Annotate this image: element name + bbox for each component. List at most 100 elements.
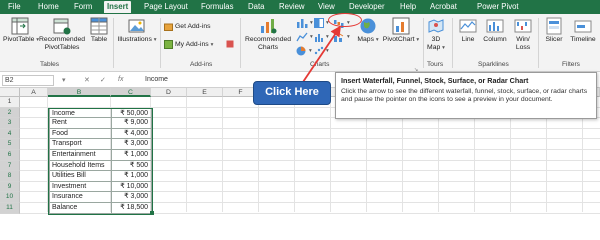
add-ins-extra-button[interactable] [226, 40, 234, 48]
cell-label[interactable]: Rent [49, 118, 112, 129]
group-divider [538, 18, 539, 68]
sparkline-winloss-label: Win/ Loss [515, 36, 531, 51]
add-ins-extra-icon [226, 40, 234, 48]
cell-amount[interactable]: ₹ 1,000 [112, 171, 152, 182]
tab-home[interactable]: Home [38, 1, 59, 13]
maps-label: Maps [357, 36, 374, 43]
fill-handle[interactable] [150, 211, 154, 215]
cell-label[interactable]: Investment [49, 181, 112, 193]
row-header[interactable]: 9 [0, 181, 20, 193]
table-icon [90, 17, 108, 35]
chart-tooltip: Insert Waterfall, Funnel, Stock, Surface… [335, 72, 597, 119]
sparkline-line-button[interactable]: Line [458, 17, 478, 44]
tooltip-title: Insert Waterfall, Funnel, Stock, Surface… [341, 76, 529, 85]
cell-amount[interactable]: ₹ 3,000 [112, 192, 152, 203]
my-add-ins-button[interactable]: My Add-ins ▾ [164, 40, 213, 49]
pivotchart-icon [392, 17, 410, 35]
slicer-label: Slicer [545, 36, 563, 43]
insert-function-button[interactable]: fx [118, 76, 123, 83]
enter-icon[interactable]: ✓ [100, 76, 106, 84]
cell-label[interactable]: Insurance [49, 192, 112, 203]
cell-label[interactable]: Transport [49, 139, 112, 150]
sparkline-column-button[interactable]: Column [481, 17, 509, 44]
cell-amount[interactable]: ₹ 9,000 [112, 118, 152, 129]
sparkline-column-icon [486, 19, 504, 33]
row-header[interactable]: 10 [0, 192, 20, 203]
get-add-ins-button[interactable]: Get Add-ins [164, 22, 211, 31]
row-header[interactable]: 3 [0, 118, 20, 129]
sparkline-winloss-button[interactable]: Win/ Loss [512, 17, 534, 52]
tab-power-pivot[interactable]: Power Pivot [477, 1, 519, 13]
pivotchart-button[interactable]: PivotChart ▾ [382, 17, 420, 44]
3d-map-label: 3D Map [427, 36, 441, 51]
row-header[interactable]: 1 [0, 97, 20, 108]
pivotchart-label: PivotChart [382, 36, 415, 43]
cancel-icon[interactable]: ✕ [84, 76, 90, 84]
tab-data[interactable]: Data [248, 1, 264, 13]
timeline-icon [574, 20, 592, 33]
cell-amount[interactable]: ₹ 10,000 [112, 181, 152, 193]
tooltip-body: Click the arrow to see the different wat… [341, 88, 588, 104]
cell-label[interactable]: Household Items [49, 160, 112, 172]
recommended-charts-icon [261, 19, 277, 34]
recommended-charts-label: Recommended Charts [244, 36, 292, 51]
row-header[interactable]: 2 [0, 107, 20, 119]
cell-amount[interactable]: ₹ 3,000 [112, 139, 152, 150]
chevron-down-icon: ▾ [153, 37, 157, 43]
tab-help[interactable]: Help [400, 1, 416, 13]
cell-label[interactable]: Income [49, 107, 112, 119]
tab-formulas[interactable]: Formulas [201, 1, 234, 13]
sparkline-line-icon [459, 19, 477, 33]
recommended-charts-button[interactable]: Recommended Charts [244, 17, 292, 52]
timeline-button[interactable]: Timeline [568, 17, 598, 44]
select-all-corner[interactable] [0, 88, 20, 97]
recommended-pivottables-button[interactable]: Recommended PivotTables [38, 17, 86, 52]
tab-review[interactable]: Review [279, 1, 305, 13]
tab-view[interactable]: View [318, 1, 335, 13]
name-box[interactable]: B2 [2, 75, 54, 86]
group-divider [423, 18, 424, 68]
illustrations-button[interactable]: Illustrations ▾ [117, 17, 157, 44]
tab-file[interactable]: File [8, 1, 21, 13]
chevron-down-icon[interactable]: ▾ [62, 76, 66, 84]
column-header[interactable]: B [48, 88, 111, 97]
tab-insert[interactable]: Insert [104, 1, 132, 13]
recommended-pivottables-label: Recommended PivotTables [38, 36, 86, 51]
tab-form[interactable]: Form [74, 1, 92, 13]
slicer-button[interactable]: Slicer [542, 17, 566, 44]
cell-amount[interactable]: ₹ 1,000 [112, 150, 152, 161]
row-header[interactable]: 6 [0, 150, 20, 161]
grid-line [258, 97, 259, 212]
row-header[interactable]: 7 [0, 160, 20, 172]
column-header[interactable]: D [151, 88, 187, 97]
tab-developer[interactable]: Developer [349, 1, 385, 13]
tab-acrobat[interactable]: Acrobat [430, 1, 457, 13]
column-header[interactable]: E [187, 88, 223, 97]
cell-label[interactable]: Entertainment [49, 150, 112, 161]
pivottable-button[interactable]: PivotTable ▾ [3, 17, 39, 44]
row-header[interactable]: 5 [0, 139, 20, 150]
slicer-icon [546, 17, 562, 35]
cell-amount[interactable]: ₹ 500 [112, 160, 152, 172]
table-button[interactable]: Table [88, 17, 110, 44]
column-header[interactable]: C [111, 88, 151, 97]
3d-map-button[interactable]: 3D Map ▾ [426, 17, 446, 52]
cell-amount[interactable]: ₹ 50,000 [112, 107, 152, 119]
cell-amount[interactable]: ₹ 4,000 [112, 128, 152, 140]
cell-amount[interactable]: ₹ 18,500 [112, 203, 152, 214]
row-header[interactable]: 8 [0, 171, 20, 182]
cell-label[interactable]: Balance [49, 203, 112, 214]
illustrations-icon [128, 19, 145, 33]
row-header[interactable]: 4 [0, 128, 20, 140]
tab-page-layout[interactable]: Page Layout [144, 1, 188, 13]
grid-line [294, 97, 295, 212]
group-label-tours: Tours [427, 61, 444, 68]
timeline-label: Timeline [570, 36, 596, 43]
column-header[interactable]: A [20, 88, 48, 97]
cell-label[interactable]: Utilities Bill [49, 171, 112, 182]
sparkline-winloss-icon [514, 19, 532, 33]
cell-label[interactable]: Food [49, 128, 112, 140]
ribbon-tab-bar: File Home Form Insert Page Layout Formul… [0, 0, 600, 14]
row-header[interactable]: 11 [0, 203, 20, 214]
3d-map-icon [428, 19, 444, 33]
